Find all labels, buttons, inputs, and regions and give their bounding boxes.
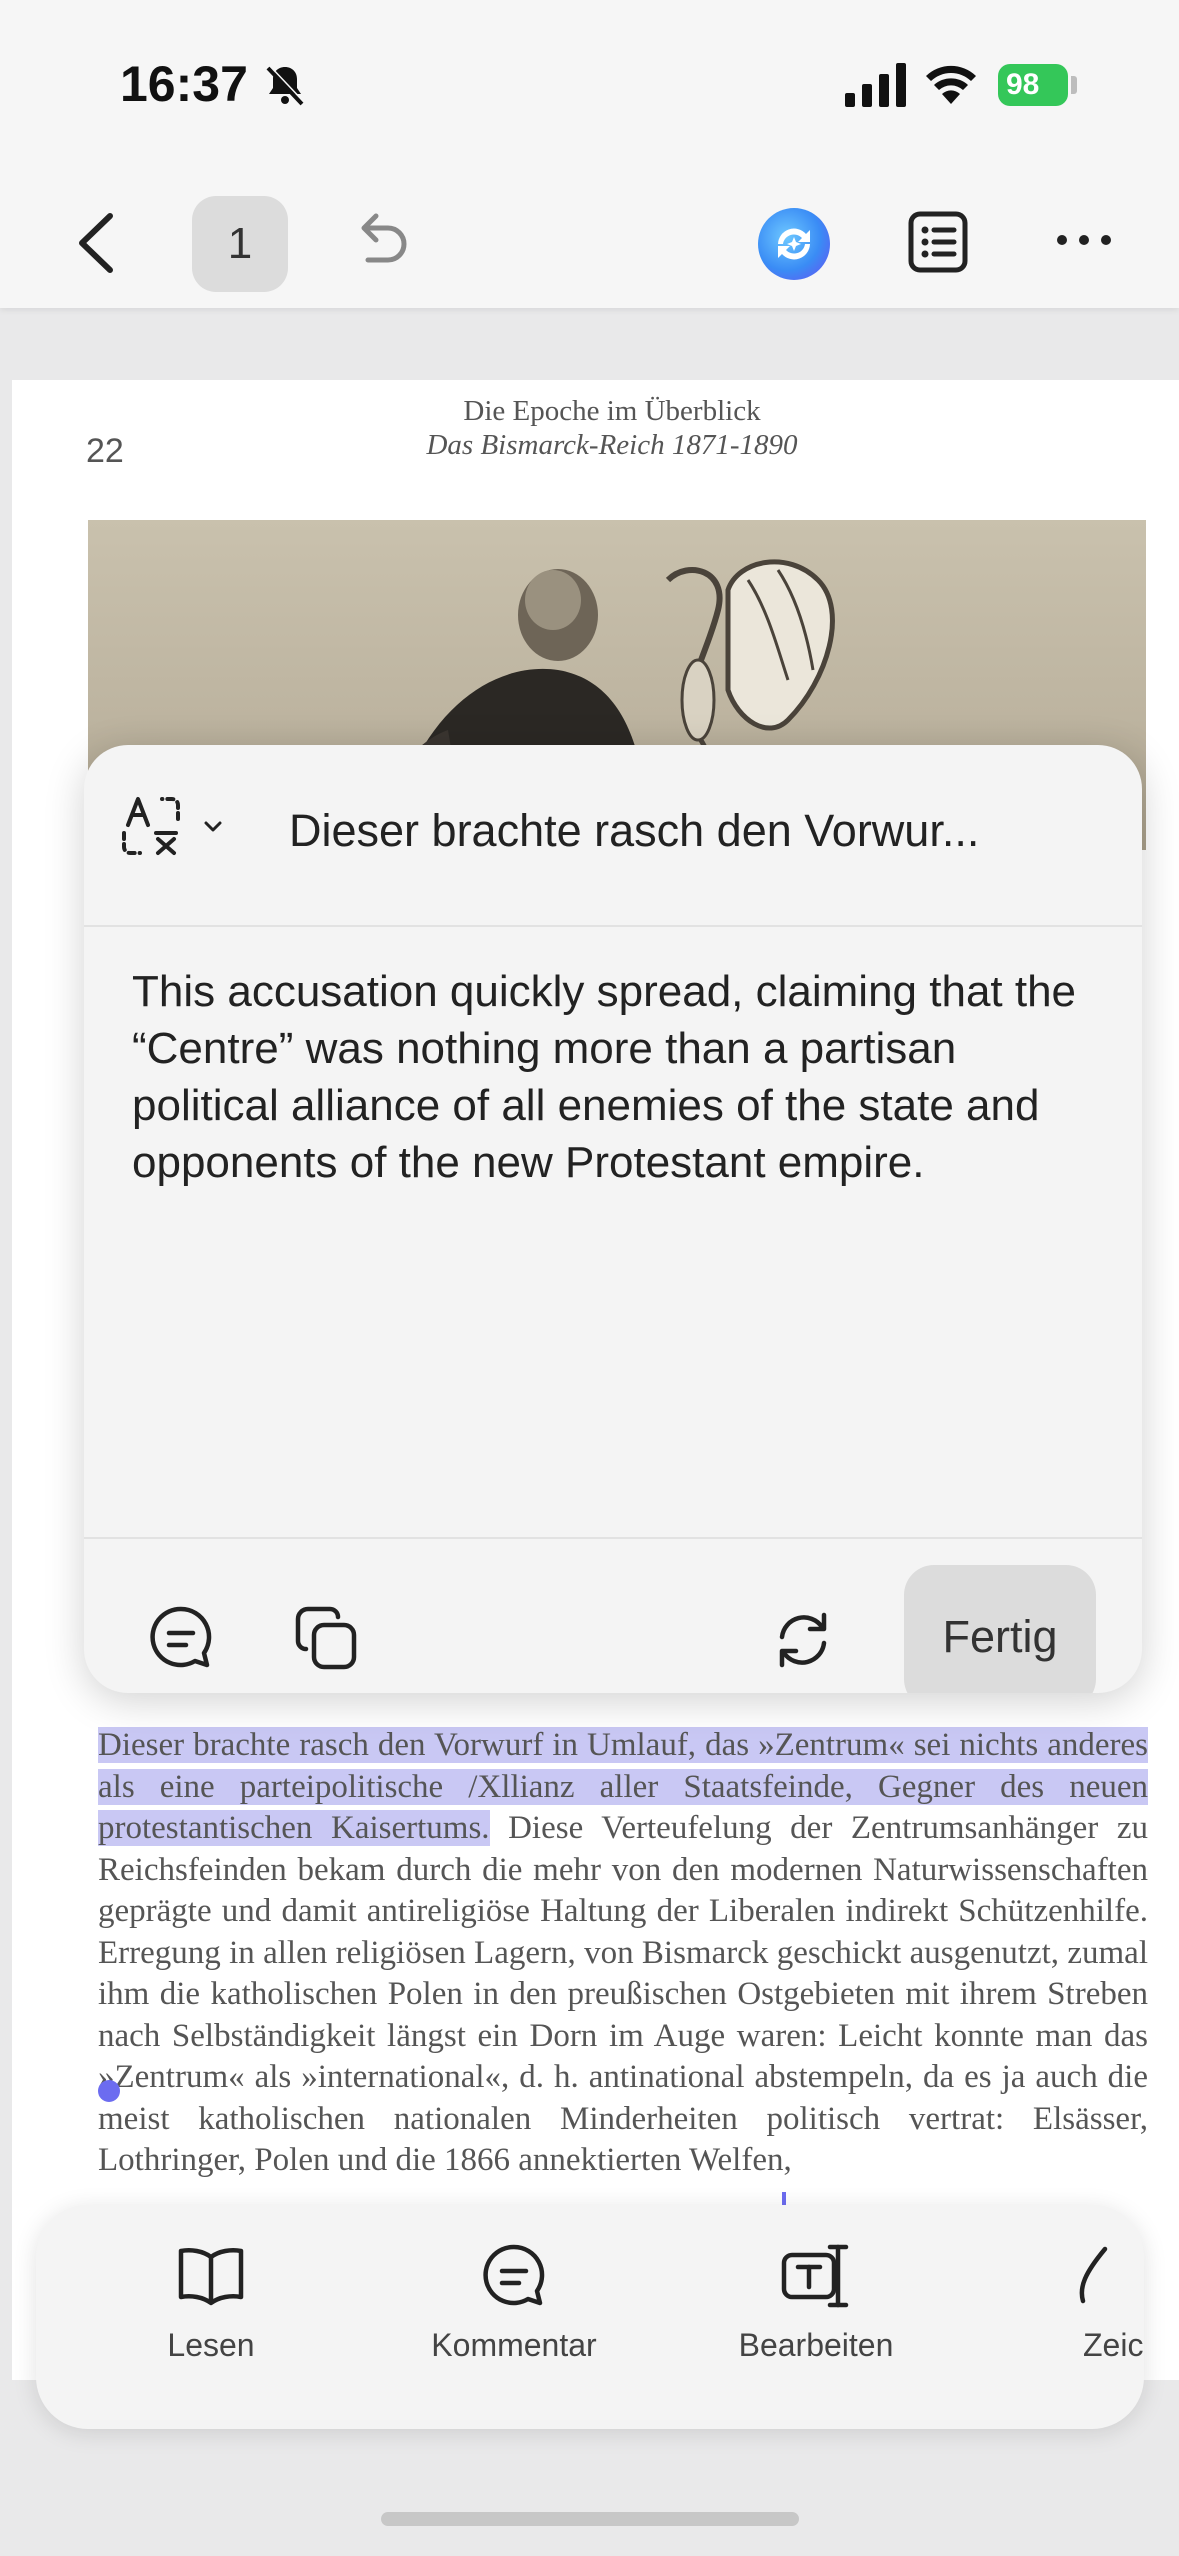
done-button[interactable]: Fertig — [904, 1565, 1096, 1693]
tab-draw-label: Zeic — [1083, 2327, 1144, 2363]
wifi-icon — [926, 65, 976, 104]
comment-icon — [483, 2244, 545, 2306]
tab-comment-label: Kommentar — [431, 2327, 597, 2363]
translation-text: This accusation quickly spread, claiming… — [132, 967, 1077, 1187]
tab-read[interactable]: Lesen — [101, 2243, 321, 2364]
running-header: Die Epoche im Überblick Das Bismarck-Rei… — [312, 394, 912, 462]
battery-tip — [1071, 76, 1077, 94]
translation-popover: Dieser brachte rasch den Vorwur... This … — [84, 745, 1142, 1693]
draw-icon — [1079, 2246, 1108, 2304]
cellular-signal-icon — [845, 63, 906, 107]
book-icon — [178, 2248, 244, 2306]
running-title: Die Epoche im Überblick — [463, 395, 761, 427]
comment-icon[interactable] — [148, 1605, 214, 1671]
paragraph-text: Diese Verteufelung der Zentrumsanhänger … — [98, 1810, 1148, 2178]
translate-icon[interactable] — [120, 795, 182, 857]
bottom-action-bar: Lesen Kommentar Bearbeiten Zeic — [36, 2205, 1144, 2429]
ai-sparkle-icon — [778, 228, 810, 260]
selection-start-handle[interactable] — [98, 2080, 120, 2102]
back-chevron-icon[interactable] — [70, 210, 122, 276]
edit-text-icon — [781, 2244, 849, 2308]
page-number-button[interactable]: 1 — [192, 196, 288, 292]
page-number-label: 22 — [86, 432, 124, 470]
source-text-preview: Dieser brachte rasch den Vorwur... — [289, 805, 980, 856]
bell-muted-icon — [266, 65, 305, 106]
tab-edit[interactable]: Bearbeiten — [706, 2243, 926, 2364]
battery-indicator: 98 — [998, 64, 1068, 106]
tab-edit-label: Bearbeiten — [738, 2327, 894, 2363]
undo-icon[interactable] — [352, 212, 410, 272]
more-options-icon[interactable] — [1056, 230, 1112, 250]
status-time: 16:37 — [120, 56, 248, 112]
running-subtitle: Das Bismarck-Reich 1871-1890 — [426, 429, 798, 461]
top-toolbar: 16:37 98 1 — [0, 0, 1179, 308]
document-paragraph[interactable]: Dieser brachte rasch den Vorwurf in Umla… — [98, 1725, 1148, 2182]
copy-icon[interactable] — [294, 1605, 358, 1671]
tab-draw[interactable]: Zeic — [1001, 2243, 1144, 2364]
tab-comment[interactable]: Kommentar — [404, 2243, 624, 2364]
chevron-down-icon[interactable] — [204, 821, 222, 833]
ai-assistant-button[interactable] — [758, 208, 830, 280]
refresh-icon[interactable] — [774, 1611, 832, 1669]
tab-read-label: Lesen — [167, 2327, 255, 2363]
popover-header: Dieser brachte rasch den Vorwur... — [84, 745, 1142, 927]
popover-footer: Fertig — [84, 1537, 1142, 1693]
home-indicator[interactable] — [381, 2512, 799, 2526]
list-icon[interactable] — [906, 208, 970, 276]
